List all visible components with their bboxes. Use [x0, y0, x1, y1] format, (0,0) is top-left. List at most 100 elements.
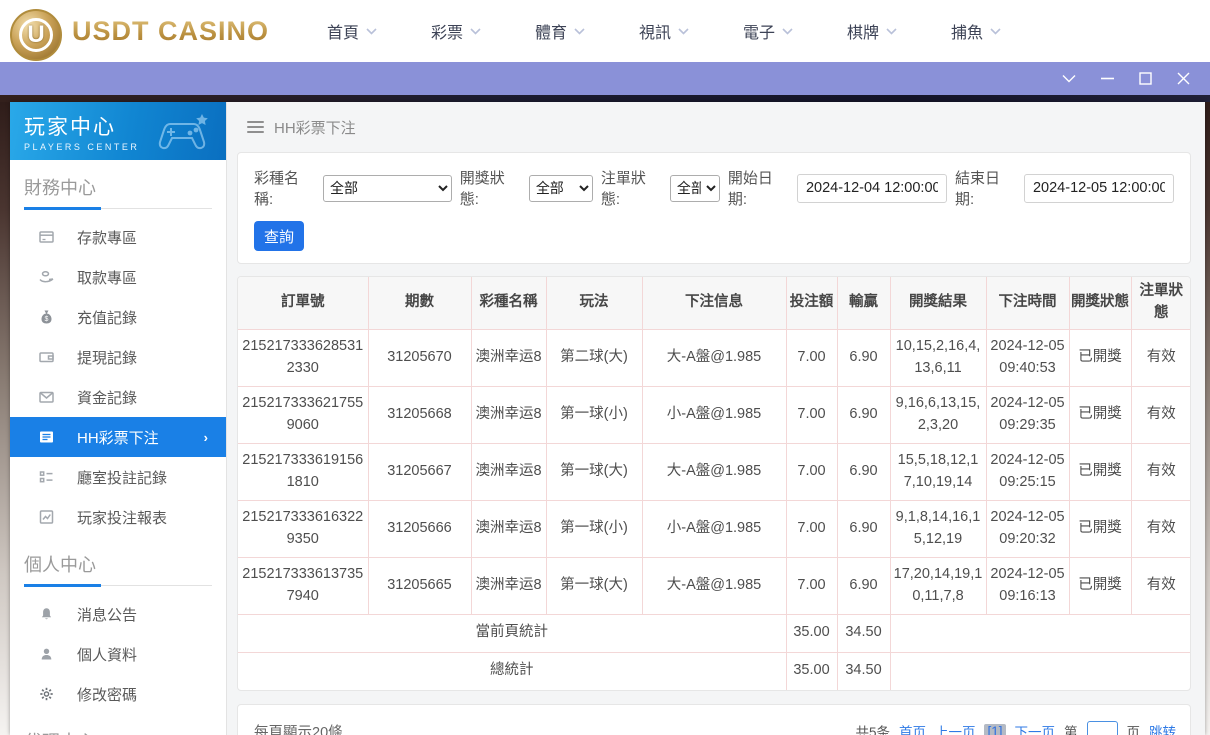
- lottery-name-select[interactable]: 全部: [323, 174, 452, 202]
- sidebar-item-label: 提現記錄: [77, 349, 138, 367]
- top-navigation-bar: U USDT CASINO 首頁 彩票 體育 視訊 電子 棋牌 捕魚: [0, 0, 1210, 62]
- table-cell: 2152173336285312330: [238, 328, 369, 387]
- start-date-input[interactable]: [796, 173, 947, 203]
- table-cell: 大-A盤@1.985: [641, 442, 787, 501]
- draw-status-select[interactable]: 全部: [528, 174, 593, 202]
- next-page-link[interactable]: 下一页: [1015, 721, 1056, 735]
- sidebar-section-items-2: 消息公告個人資料修改密碼: [10, 594, 226, 714]
- sidebar-item-提現記錄[interactable]: 提現記錄: [10, 337, 226, 377]
- sidebar: 玩家中心 PLAYERS CENTER 財務中心 存款專區 取款專區 $ 充值記錄 提現記…: [10, 102, 227, 735]
- brand-logo[interactable]: U USDT CASINO: [10, 1, 269, 61]
- query-button[interactable]: 查詢: [254, 221, 304, 251]
- table-row-4: 2152173336163229350 31205666 澳洲幸运8 第一球(小) 小-…: [238, 499, 1190, 558]
- user-icon: [38, 646, 55, 662]
- sidebar-item-充值記錄[interactable]: $ 充值記錄: [10, 297, 226, 337]
- table-cell: 7.00: [785, 385, 838, 444]
- nav-item-label: 電子: [743, 25, 776, 42]
- table-cell: 31205667: [367, 442, 472, 501]
- table-cell: 6.90: [836, 556, 891, 615]
- summary-label: 總統計: [238, 651, 787, 690]
- page-jump-input[interactable]: [1086, 720, 1118, 735]
- table-cell: 小-A盤@1.985: [641, 499, 787, 558]
- nav-item-7[interactable]: 捕魚: [951, 19, 1055, 43]
- window-minimize-button[interactable]: [1088, 66, 1126, 92]
- sidebar-item-玩家投注報表[interactable]: 玩家投注報表: [10, 497, 226, 537]
- sidebar-item-label: 個人資料: [77, 646, 138, 664]
- summary-spacer: [889, 613, 1190, 653]
- table-cell: 大-A盤@1.985: [641, 328, 787, 387]
- jump-suffix-label: 页: [1126, 725, 1141, 735]
- nav-item-3[interactable]: 體育: [535, 19, 639, 43]
- funds-icon: [38, 389, 55, 405]
- window-collapse-button[interactable]: [1050, 66, 1088, 92]
- column-header-注單狀態: 注單狀態: [1130, 277, 1190, 330]
- withdraw-icon: [38, 269, 55, 285]
- sidebar-item-label: 廳室投註記錄: [77, 469, 168, 487]
- prev-page-link[interactable]: 上一页: [935, 721, 976, 735]
- table-cell: 澳洲幸运8: [470, 328, 547, 387]
- table-cell: 已開獎: [1068, 385, 1132, 444]
- sidebar-item-label: 玩家投注報表: [77, 509, 168, 527]
- table-cell: 第一球(小): [545, 499, 643, 558]
- jump-button[interactable]: 跳转: [1149, 721, 1176, 735]
- table-cell: 已開獎: [1068, 328, 1132, 387]
- table-cell: 有效: [1130, 556, 1190, 615]
- menu-toggle-icon[interactable]: [247, 121, 264, 133]
- table-cell: 2152173336137357940: [238, 556, 369, 615]
- end-date-input[interactable]: [1023, 173, 1174, 203]
- column-header-期數: 期數: [367, 277, 472, 330]
- order-status-select[interactable]: 全部: [669, 174, 720, 202]
- chevron-down-icon: [574, 22, 585, 40]
- sidebar-section-title-3: 代理中心: [24, 728, 212, 735]
- table-cell: 2152173336163229350: [238, 499, 369, 558]
- table-cell: 9,16,6,13,15,2,3,20: [889, 385, 987, 444]
- background-photo-strip: [0, 95, 1210, 102]
- recharge-icon: $: [38, 309, 55, 325]
- nav-item-1[interactable]: 首頁: [327, 19, 431, 43]
- table-cell: 2024-12-05 09:29:35: [985, 385, 1070, 444]
- summary-spacer: [889, 651, 1190, 690]
- table-cell: 有效: [1130, 385, 1190, 444]
- column-header-下注信息: 下注信息: [641, 277, 787, 330]
- summary-label: 當前頁統計: [238, 613, 787, 653]
- order-status-label: 注單狀態:: [600, 170, 646, 208]
- chevron-down-icon: [678, 22, 689, 40]
- nav-item-5[interactable]: 電子: [743, 19, 847, 43]
- nav-item-2[interactable]: 彩票: [431, 19, 535, 43]
- sidebar-item-修改密碼[interactable]: 修改密碼: [10, 674, 226, 714]
- casino-logo-icon: U: [10, 9, 62, 61]
- page-summary-row: 當前頁統計 35.00 34.50: [238, 613, 1190, 653]
- table-cell: 7.00: [785, 499, 838, 558]
- table-cell: 澳洲幸运8: [470, 442, 547, 501]
- table-cell: 15,5,18,12,17,10,19,14: [889, 442, 987, 501]
- column-header-玩法: 玩法: [545, 277, 643, 330]
- sidebar-item-個人資料[interactable]: 個人資料: [10, 634, 226, 674]
- draw-status-label: 開獎狀態:: [459, 170, 505, 208]
- window-close-button[interactable]: [1164, 66, 1202, 92]
- window-titlebar: [0, 62, 1210, 95]
- total-count-text: 共5条: [855, 725, 890, 735]
- nav-item-4[interactable]: 視訊: [639, 19, 743, 43]
- first-page-link[interactable]: 首页: [899, 721, 926, 735]
- table-cell: 7.00: [785, 442, 838, 501]
- column-header-下注時間: 下注時間: [985, 277, 1070, 330]
- table-cell: 2152173336191561810: [238, 442, 369, 501]
- table-header-row: 訂單號 期數 彩種名稱 玩法 下注信息 投注額 輸贏 開獎結果 下注時間 開獎狀態 注單狀態: [238, 277, 1190, 330]
- window-maximize-button[interactable]: [1126, 66, 1164, 92]
- sidebar-item-取款專區[interactable]: 取款專區: [10, 257, 226, 297]
- sidebar-item-HH彩票下注[interactable]: HH彩票下注 ›: [10, 417, 226, 457]
- sidebar-item-label: 資金記錄: [77, 389, 138, 407]
- table-row-2: 2152173336217559060 31205668 澳洲幸运8 第一球(小) 小-…: [238, 385, 1190, 444]
- summary-winloss-total: 34.50: [836, 651, 891, 690]
- table-cell: 6.90: [836, 442, 891, 501]
- sidebar-section-title-1: 財務中心: [24, 174, 212, 210]
- sidebar-item-存款專區[interactable]: 存款專區: [10, 217, 226, 257]
- start-date-label: 開始日期:: [727, 170, 773, 208]
- main-menu: 首頁 彩票 體育 視訊 電子 棋牌 捕魚: [327, 19, 1055, 43]
- nav-item-6[interactable]: 棋牌: [847, 19, 951, 43]
- sidebar-item-消息公告[interactable]: 消息公告: [10, 594, 226, 634]
- sidebar-item-資金記錄[interactable]: 資金記錄: [10, 377, 226, 417]
- sidebar-item-label: HH彩票下注: [77, 429, 159, 447]
- column-header-開獎狀態: 開獎狀態: [1068, 277, 1132, 330]
- sidebar-item-廳室投註記錄[interactable]: 廳室投註記錄: [10, 457, 226, 497]
